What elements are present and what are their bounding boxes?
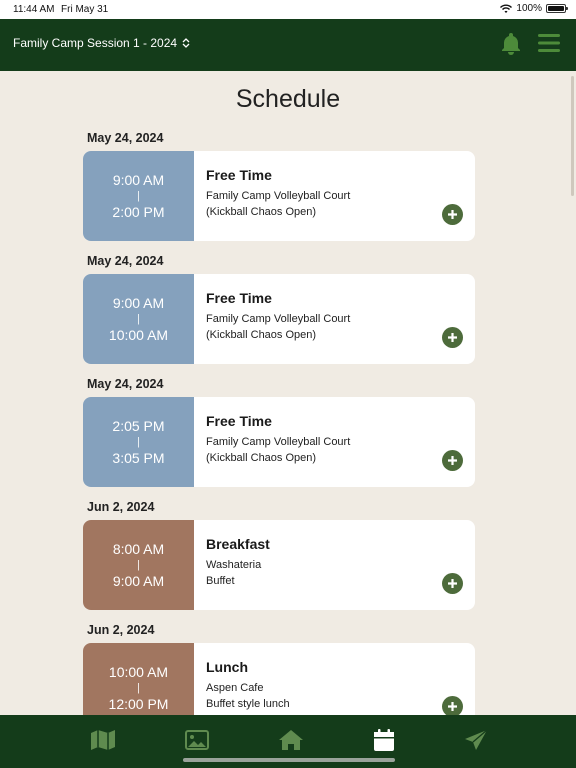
- event-details: Free Time Family Camp Volleyball Court (…: [194, 274, 475, 364]
- event-note: Buffet: [206, 575, 235, 587]
- entry-date: Jun 2, 2024: [87, 623, 155, 637]
- event-location: Aspen Cafe: [206, 682, 264, 694]
- event-details: Free Time Family Camp Volleyball Court (…: [194, 397, 475, 487]
- schedule-card[interactable]: 9:00 AM | 2:00 PM Free Time Family Camp …: [83, 151, 475, 241]
- schedule-card[interactable]: 9:00 AM | 10:00 AM Free Time Family Camp…: [83, 274, 475, 364]
- event-note: (Kickball Chaos Open): [206, 329, 317, 341]
- status-bar: 11:44 AM Fri May 31 100%: [0, 0, 576, 19]
- plus-icon: [448, 333, 457, 342]
- entry-date: Jun 2, 2024: [87, 500, 155, 514]
- event-title: Free Time: [206, 413, 272, 429]
- add-event-button[interactable]: [442, 450, 463, 471]
- battery-icon: [546, 4, 568, 13]
- home-icon[interactable]: [277, 727, 305, 753]
- time-block: 8:00 AM | 9:00 AM: [83, 520, 194, 610]
- start-time: 10:00 AM: [108, 664, 169, 680]
- status-right: 100%: [500, 3, 568, 14]
- plus-icon: [448, 702, 457, 711]
- event-note: Buffet style lunch: [206, 698, 290, 710]
- status-date: Fri May 31: [61, 4, 109, 15]
- time-separator: |: [137, 559, 140, 571]
- battery-percent: 100%: [516, 3, 542, 14]
- hamburger-menu-icon[interactable]: [536, 30, 562, 56]
- end-time: 9:00 AM: [112, 573, 165, 589]
- schedule-entry: May 24, 2024 2:05 PM | 3:05 PM Free Time…: [83, 377, 475, 487]
- time-separator: |: [137, 682, 140, 694]
- time-block: 2:05 PM | 3:05 PM: [83, 397, 194, 487]
- schedule-entry: May 24, 2024 9:00 AM | 2:00 PM Free Time…: [83, 131, 475, 241]
- page-title: Schedule: [235, 85, 341, 113]
- schedule-content[interactable]: Schedule May 24, 2024 9:00 AM | 2:00 PM …: [0, 71, 576, 715]
- start-time: 9:00 AM: [112, 295, 165, 311]
- time-separator: |: [137, 436, 140, 448]
- end-time: 2:00 PM: [112, 204, 165, 220]
- event-location: Washateria: [206, 559, 262, 571]
- bell-icon[interactable]: [498, 30, 524, 56]
- schedule-card[interactable]: 10:00 AM | 12:00 PM Lunch Aspen Cafe Buf…: [83, 643, 475, 715]
- add-event-button[interactable]: [442, 573, 463, 594]
- schedule-entry: May 24, 2024 9:00 AM | 10:00 AM Free Tim…: [83, 254, 475, 364]
- map-icon[interactable]: [89, 727, 117, 753]
- app-header: Family Camp Session 1 - 2024: [0, 19, 576, 71]
- end-time: 12:00 PM: [108, 696, 169, 712]
- time-separator: |: [137, 313, 140, 325]
- event-details: Lunch Aspen Cafe Buffet style lunch: [194, 643, 475, 715]
- schedule-card[interactable]: 2:05 PM | 3:05 PM Free Time Family Camp …: [83, 397, 475, 487]
- add-event-button[interactable]: [442, 204, 463, 225]
- event-location: Family Camp Volleyball Court: [206, 313, 351, 325]
- plus-icon: [448, 456, 457, 465]
- entry-date: May 24, 2024: [87, 377, 164, 391]
- event-note: (Kickball Chaos Open): [206, 452, 317, 464]
- event-details: Breakfast Washateria Buffet: [194, 520, 475, 610]
- add-event-button[interactable]: [442, 327, 463, 348]
- calendar-icon[interactable]: [370, 727, 398, 753]
- start-time: 8:00 AM: [112, 541, 165, 557]
- chevron-updown-icon: [182, 38, 190, 48]
- end-time: 3:05 PM: [112, 450, 165, 466]
- add-event-button[interactable]: [442, 696, 463, 715]
- event-details: Free Time Family Camp Volleyball Court (…: [194, 151, 475, 241]
- plus-icon: [448, 210, 457, 219]
- event-title: Lunch: [206, 659, 248, 675]
- image-icon[interactable]: [183, 727, 211, 753]
- send-icon[interactable]: [462, 727, 490, 753]
- session-selector[interactable]: Family Camp Session 1 - 2024: [13, 36, 190, 50]
- event-location: Family Camp Volleyball Court: [206, 436, 351, 448]
- start-time: 2:05 PM: [112, 418, 165, 434]
- event-title: Breakfast: [206, 536, 270, 552]
- event-title: Free Time: [206, 290, 272, 306]
- home-indicator[interactable]: [183, 758, 395, 762]
- time-block: 9:00 AM | 10:00 AM: [83, 274, 194, 364]
- time-separator: |: [137, 190, 140, 202]
- time-block: 10:00 AM | 12:00 PM: [83, 643, 194, 715]
- schedule-entry: Jun 2, 2024 8:00 AM | 9:00 AM Breakfast …: [83, 500, 475, 610]
- status-time: 11:44 AM: [13, 4, 55, 15]
- session-label: Family Camp Session 1 - 2024: [13, 36, 178, 50]
- end-time: 10:00 AM: [108, 327, 169, 343]
- entry-date: May 24, 2024: [87, 254, 164, 268]
- wifi-icon: [500, 4, 513, 13]
- scrollbar[interactable]: [571, 76, 574, 196]
- schedule-card[interactable]: 8:00 AM | 9:00 AM Breakfast Washateria B…: [83, 520, 475, 610]
- entry-date: May 24, 2024: [87, 131, 164, 145]
- event-note: (Kickball Chaos Open): [206, 206, 317, 218]
- schedule-entry: Jun 2, 2024 10:00 AM | 12:00 PM Lunch As…: [83, 623, 475, 715]
- event-title: Free Time: [206, 167, 272, 183]
- event-location: Family Camp Volleyball Court: [206, 190, 351, 202]
- time-block: 9:00 AM | 2:00 PM: [83, 151, 194, 241]
- start-time: 9:00 AM: [112, 172, 165, 188]
- plus-icon: [448, 579, 457, 588]
